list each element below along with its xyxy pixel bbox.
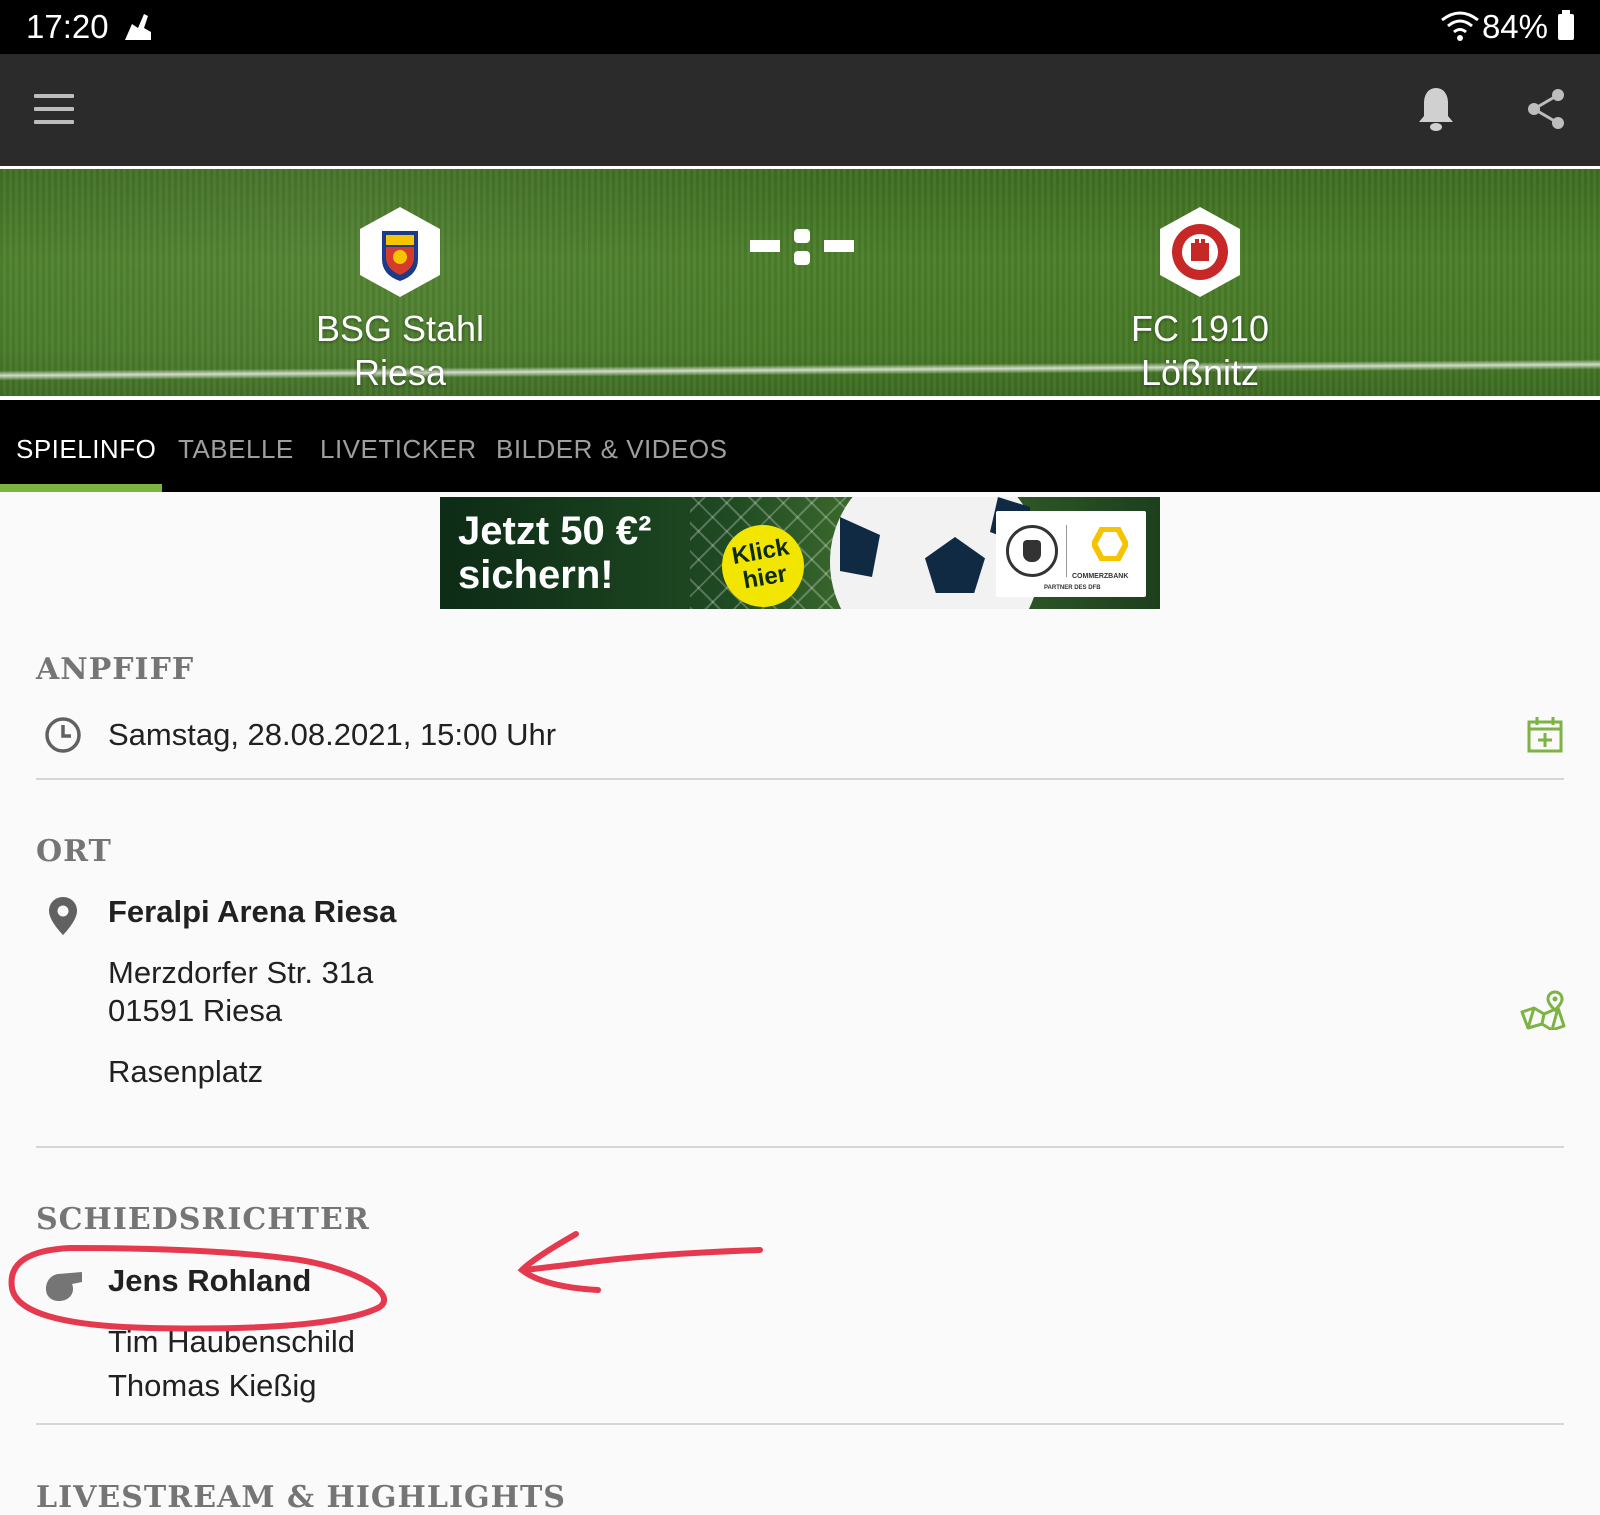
match-score [750,227,854,267]
app-bar [0,54,1600,166]
away-team[interactable]: FC 1910 Lößnitz [1050,205,1350,395]
battery-percent: 84% [1481,8,1548,45]
map-icon[interactable] [1520,990,1566,1035]
bell-icon[interactable] [1416,86,1456,137]
notification-icon [122,10,154,47]
ad-banner[interactable]: Jetzt 50 €² sichern! Klick hier COMMERZB… [440,497,1160,609]
status-time: 17:20 [26,8,109,45]
divider [36,1146,1564,1148]
clock-icon [44,716,82,759]
kickoff-datetime: Samstag, 28.08.2021, 15:00 Uhr [108,717,557,752]
venue-surface: Rasenplatz [108,1054,264,1089]
dfb-logo [1006,525,1058,577]
sponsor-partner: PARTNER DES DFB [1044,585,1101,591]
ad-headline: Jetzt 50 €² sichern! [458,509,652,597]
tab-liveticker[interactable]: LIVETICKER [320,434,477,465]
commerzbank-logo [1092,527,1128,561]
venue-city: 01591 Riesa [108,993,283,1028]
home-team-name: BSG Stahl Riesa [315,308,485,393]
assistant-referee-1: Tim Haubenschild [108,1324,355,1359]
away-team-logo [1160,207,1240,297]
add-to-calendar-icon[interactable] [1526,716,1564,759]
home-team[interactable]: BSG Stahl Riesa [250,205,550,395]
tab-tabelle[interactable]: TABELLE [178,434,294,465]
section-title-ort: ORT [36,834,112,869]
section-title-schiedsrichter: SCHIEDSRICHTER [36,1202,370,1237]
menu-icon[interactable] [34,94,74,126]
whistle-icon [44,1268,84,1307]
location-pin-icon [48,896,78,941]
divider [36,778,1564,780]
tab-bar: SPIELINFO TABELLE LIVETICKER BILDER & VI… [0,400,1600,492]
sponsor-name: COMMERZBANK [1072,573,1129,580]
assistant-referee-2: Thomas Kießig [108,1368,317,1403]
home-team-logo [360,207,440,297]
section-title-livestream: LIVESTREAM & HIGHLIGHTS [36,1480,566,1515]
venue-street: Merzdorfer Str. 31a [108,955,374,990]
away-team-name: FC 1910 Lößnitz [1130,308,1270,393]
venue-name: Feralpi Arena Riesa [108,894,397,929]
divider [36,1423,1564,1425]
share-icon[interactable] [1526,88,1566,135]
battery-icon [1558,10,1574,40]
referee-name: Jens Rohland [108,1263,312,1298]
sponsor-logos: COMMERZBANK PARTNER DES DFB [996,511,1146,597]
section-title-anpfiff: ANPFIFF [36,652,195,687]
tab-spielinfo[interactable]: SPIELINFO [16,434,156,465]
tab-bilder-videos[interactable]: BILDER & VIDEOS [496,434,727,465]
active-tab-indicator [0,484,162,492]
status-bar: 17:20 84% [0,0,1600,54]
match-header: BSG Stahl Riesa FC 1910 Lößnitz [0,166,1600,400]
wifi-icon [1440,10,1480,49]
